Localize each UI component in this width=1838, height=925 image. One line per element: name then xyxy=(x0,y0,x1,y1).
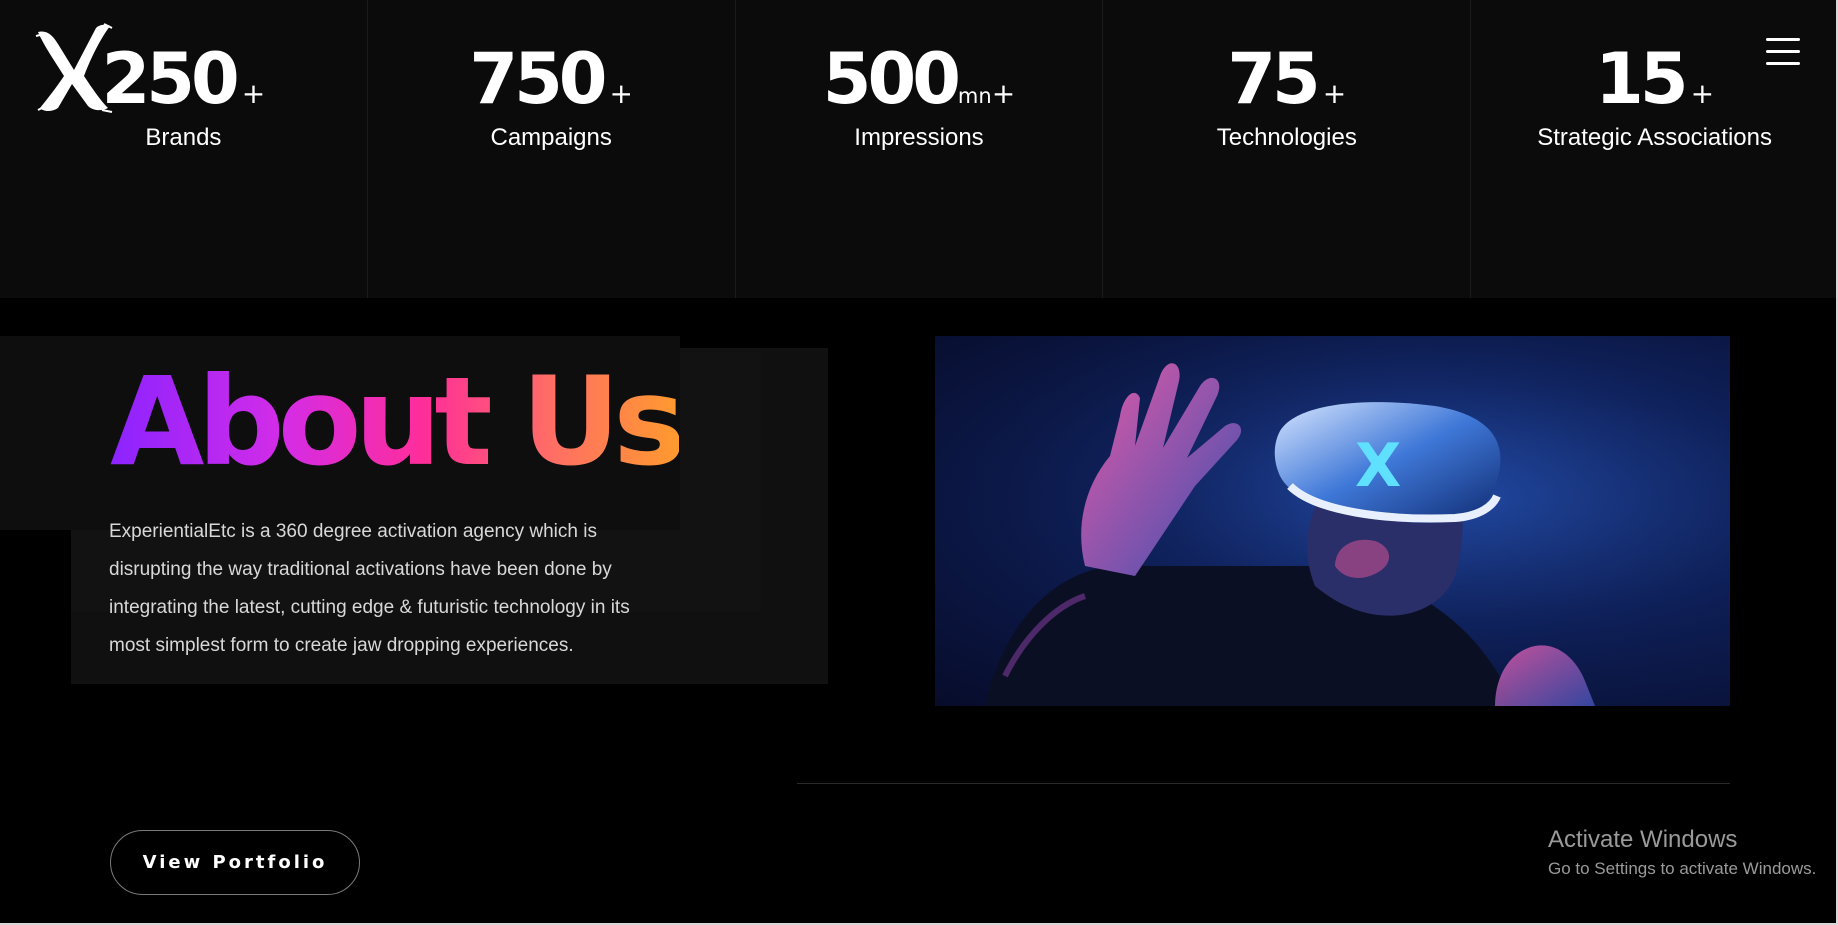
stat-plus: + xyxy=(1322,77,1347,110)
watermark-title: Activate Windows xyxy=(1548,826,1738,853)
stat-plus: + xyxy=(241,77,266,110)
watermark-subtitle: Go to Settings to activate Windows. xyxy=(1548,859,1817,878)
about-description: ExperientialEtc is a 360 degree activati… xyxy=(109,521,630,656)
stats-band: 250 + Brands 750 + Campaigns 500 mn + Im… xyxy=(0,0,1838,298)
stat-value: 15 xyxy=(1595,38,1688,120)
stat-plus: + xyxy=(609,77,633,110)
stat-plus: + xyxy=(1690,77,1715,110)
menu-bar xyxy=(1766,38,1800,41)
stat-campaigns: 750 + Campaigns xyxy=(368,0,736,298)
vr-hero-image: X xyxy=(935,336,1730,706)
stat-label: Campaigns xyxy=(490,124,612,151)
stat-label: Brands xyxy=(145,124,222,151)
stat-value: 500 xyxy=(822,38,961,120)
about-title: About Us xyxy=(110,351,686,493)
section-divider xyxy=(797,783,1730,784)
stat-unit: mn xyxy=(957,84,992,108)
hamburger-menu-icon[interactable] xyxy=(1766,38,1802,72)
stat-value: 250 xyxy=(101,38,240,120)
windows-activation-watermark: Activate Windows Go to Settings to activ… xyxy=(1548,824,1816,882)
menu-bar xyxy=(1766,62,1800,65)
stat-number: 750 + xyxy=(368,38,735,120)
svg-text:X: X xyxy=(1355,431,1401,501)
x-brush-logo-icon[interactable] xyxy=(34,22,114,114)
stat-number: 75 + xyxy=(1103,38,1470,120)
stat-plus: + xyxy=(991,77,1016,110)
stat-number: 500 mn + xyxy=(736,38,1103,120)
stat-value: 75 xyxy=(1227,38,1320,120)
view-portfolio-button[interactable]: View Portfolio xyxy=(110,830,360,895)
stat-label: Strategic Associations xyxy=(1537,124,1772,151)
stat-technologies: 75 + Technologies xyxy=(1103,0,1472,298)
stat-label: Technologies xyxy=(1216,124,1357,151)
menu-bar xyxy=(1766,50,1800,53)
stat-value: 750 xyxy=(469,38,607,120)
stat-impressions: 500 mn + Impressions xyxy=(736,0,1104,298)
stat-label: Impressions xyxy=(854,124,984,151)
